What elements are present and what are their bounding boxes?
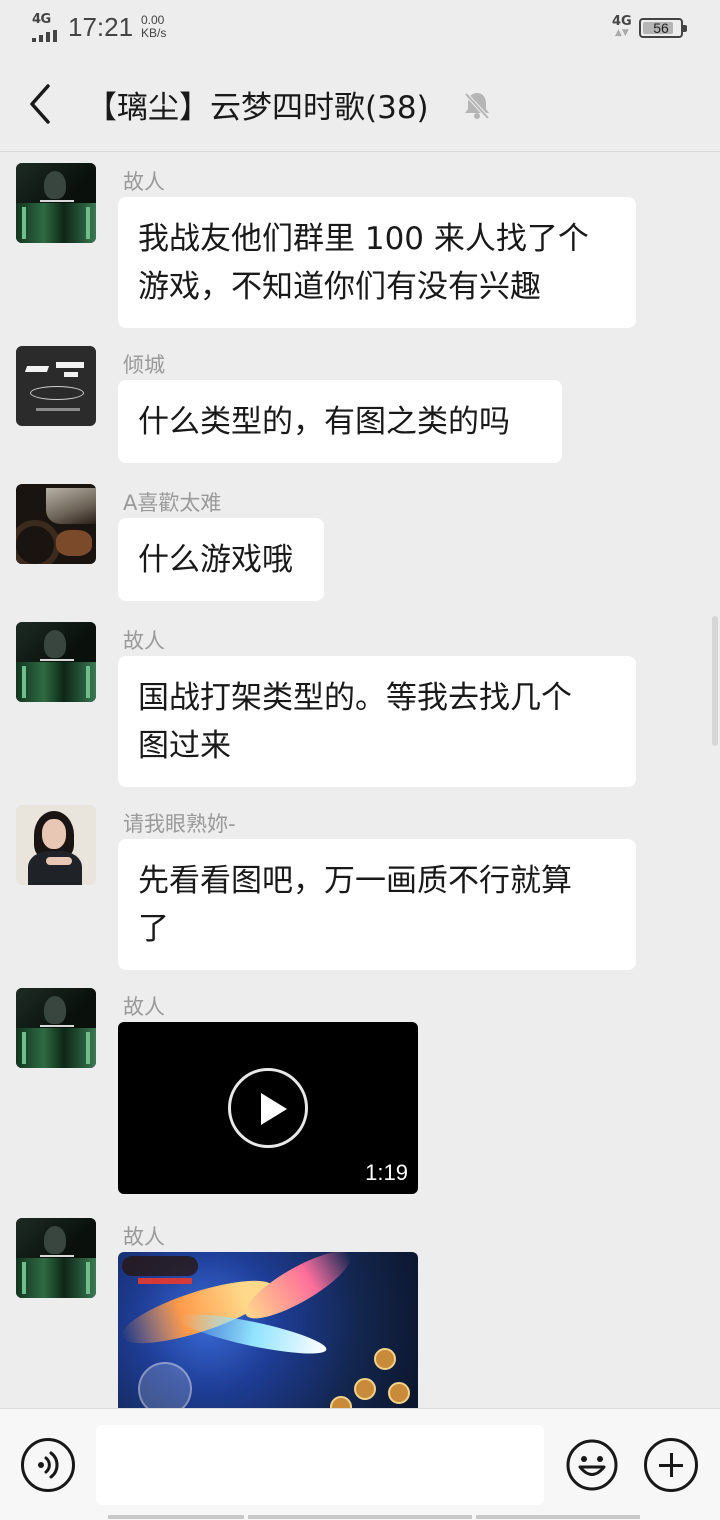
avatar[interactable] (16, 622, 96, 702)
message-text: 先看看图吧，万一画质不行就算 (138, 863, 572, 899)
avatar[interactable] (16, 1218, 96, 1298)
message-text: 了 (138, 911, 169, 947)
sender-name: 故人 (123, 170, 165, 194)
avatar[interactable] (16, 163, 96, 243)
message-text: 什么游戏哦 (138, 542, 293, 578)
chevron-left-icon (30, 84, 50, 124)
message-input[interactable] (96, 1425, 544, 1505)
bell-off-icon (460, 90, 494, 120)
avatar[interactable] (16, 346, 96, 426)
network-speed: 0.00 KB/s (141, 14, 166, 40)
avatar[interactable] (16, 484, 96, 564)
chat-title[interactable]: 【璃尘】云梦四时歌(38) (86, 82, 429, 127)
voice-button[interactable] (21, 1438, 75, 1492)
nav-indicator (476, 1515, 640, 1519)
plus-button[interactable] (644, 1438, 698, 1492)
network-right: 4G ▲▼ (612, 14, 632, 38)
emoji-button[interactable] (565, 1438, 619, 1492)
nav-indicator (248, 1515, 472, 1519)
image-message[interactable] (118, 1252, 418, 1422)
sender-name: 故人 (123, 629, 165, 653)
message-bubble[interactable]: 什么游戏哦 (118, 518, 324, 601)
battery-icon: 56 (639, 18, 687, 38)
sender-name: A喜歡太难 (123, 491, 222, 515)
message-bubble[interactable]: 国战打架类型的。等我去找几个 图过来 (118, 656, 636, 787)
network-type: 4G (32, 12, 51, 27)
video-message[interactable]: 1:19 (118, 1022, 418, 1194)
message-bubble[interactable]: 什么类型的，有图之类的吗 (118, 380, 562, 463)
emoji-icon (566, 1439, 618, 1491)
signal-icon: 4G (30, 12, 62, 42)
speed-unit: KB/s (141, 26, 167, 40)
message-text: 游戏，不知道你们有没有兴趣 (138, 269, 541, 305)
message-bubble[interactable]: 先看看图吧，万一画质不行就算 了 (118, 839, 636, 970)
clock: 17:21 (68, 12, 134, 42)
input-bar (0, 1408, 720, 1520)
message-text: 我战友他们群里 100 来人找了个 (138, 221, 589, 257)
message-text: 图过来 (138, 728, 231, 764)
sender-name: 倾城 (123, 353, 165, 377)
scrollbar[interactable] (712, 616, 718, 746)
data-arrows-icon: ▲▼ (614, 28, 629, 38)
play-icon[interactable] (228, 1068, 308, 1148)
battery-level: 56 (653, 20, 669, 36)
back-button[interactable] (20, 80, 64, 128)
message-bubble[interactable]: 我战友他们群里 100 来人找了个 游戏，不知道你们有没有兴趣 (118, 197, 636, 328)
nav-indicator (108, 1515, 244, 1519)
status-bar: 4G 17:21 0.00 KB/s 4G ▲▼ 56 (0, 0, 720, 56)
avatar[interactable] (16, 988, 96, 1068)
chat-header: 【璃尘】云梦四时歌(38) (0, 56, 720, 152)
network-right-label: 4G (612, 14, 632, 29)
sender-name: 故人 (123, 995, 165, 1019)
sender-name: 请我眼熟妳- (123, 812, 236, 836)
video-duration: 1:19 (365, 1160, 408, 1185)
avatar[interactable] (16, 805, 96, 885)
sender-name: 故人 (123, 1225, 165, 1249)
message-text: 国战打架类型的。等我去找几个 (138, 680, 572, 716)
voice-icon (38, 1451, 59, 1479)
message-text: 什么类型的，有图之类的吗 (138, 404, 510, 440)
